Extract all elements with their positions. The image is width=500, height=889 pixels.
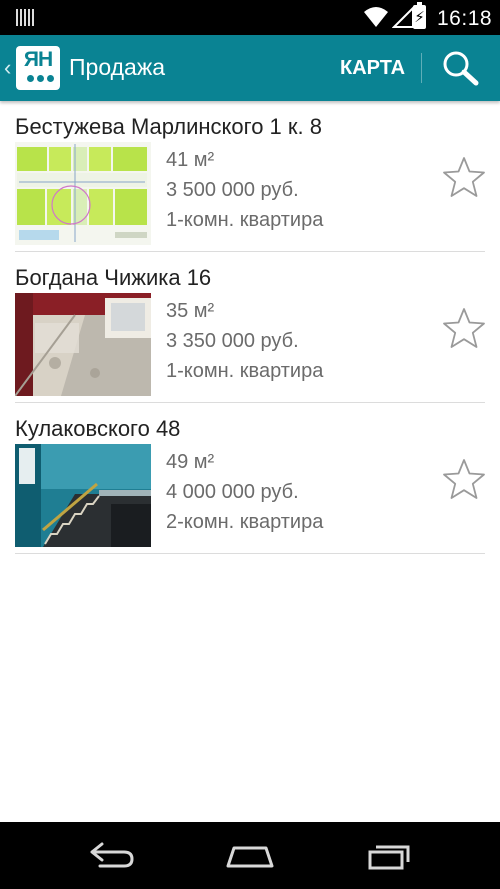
logo-text: ЯН: [23, 48, 53, 71]
action-divider: [421, 53, 422, 83]
action-bar: ‹ ЯН Продажа КАРТА: [0, 35, 500, 101]
listing-details: 35 м² 3 350 000 руб. 1-комн. квартира: [166, 296, 323, 386]
floor-plan-image: [15, 142, 151, 245]
listing-area: 49 м²: [166, 451, 215, 473]
home-nav-icon[interactable]: [224, 840, 276, 872]
listing-item[interactable]: Бестужева Марлинского 1 к. 8 41 м² 3 500…: [15, 101, 485, 252]
listing-rooms: 2-комн. квартира: [166, 511, 324, 533]
recents-nav-icon[interactable]: [364, 840, 416, 872]
listing-price: 3 500 000 руб.: [166, 179, 299, 201]
listing-address: Бестужева Марлинского 1 к. 8: [15, 114, 322, 139]
listing-price: 3 350 000 руб.: [166, 330, 299, 352]
map-button[interactable]: КАРТА: [332, 49, 413, 87]
favorite-star-icon[interactable]: [442, 458, 486, 500]
listing-price: 4 000 000 руб.: [166, 481, 299, 503]
listing-address: Кулаковского 48: [15, 416, 181, 441]
search-icon[interactable]: [440, 49, 480, 87]
listing-area: 41 м²: [166, 149, 215, 171]
listing-item[interactable]: Кулаковского 48 49 м² 4 000 000 руб. 2-к…: [15, 403, 485, 554]
listing-rooms: 1-комн. квартира: [166, 209, 324, 231]
listing-item[interactable]: Богдана Чижика 16 35 м² 3 350 000 руб. 1…: [15, 252, 485, 403]
app-logo[interactable]: ЯН: [16, 46, 60, 90]
favorite-star-icon[interactable]: [442, 307, 486, 349]
status-bar: ⚡ 16:18: [0, 0, 500, 35]
stairwell-photo-image: [15, 444, 151, 547]
barcode-icon: [16, 9, 34, 26]
logo-dots: [27, 75, 54, 82]
page-title: Продажа: [69, 54, 165, 80]
favorite-star-icon[interactable]: [442, 156, 486, 198]
navigation-bar: [0, 822, 500, 889]
listing-rooms: 1-комн. квартира: [166, 360, 324, 382]
clock: 16:18: [437, 7, 493, 30]
signal-icon: [392, 6, 414, 28]
listing-area: 35 м²: [166, 300, 215, 322]
listing-details: 49 м² 4 000 000 руб. 2-комн. квартира: [166, 447, 323, 537]
room-photo-image: [15, 293, 151, 396]
back-icon[interactable]: ‹: [4, 55, 11, 81]
battery-charging-icon: ⚡: [413, 2, 426, 29]
listing-details: 41 м² 3 500 000 руб. 1-комн. квартира: [166, 145, 323, 235]
wifi-icon: [364, 7, 388, 27]
listing-list: Бестужева Марлинского 1 к. 8 41 м² 3 500…: [0, 101, 500, 554]
listing-address: Богдана Чижика 16: [15, 265, 212, 290]
back-nav-icon[interactable]: [86, 840, 138, 872]
